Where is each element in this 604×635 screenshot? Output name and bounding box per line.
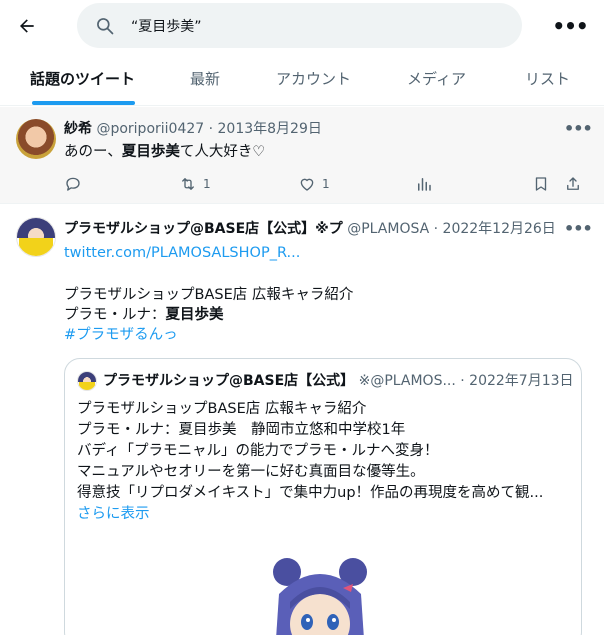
reply-button[interactable]: [64, 174, 82, 194]
tab-label: アカウント: [276, 70, 352, 88]
share-button[interactable]: [564, 174, 582, 194]
search-box[interactable]: [77, 3, 522, 48]
quoted-tweet[interactable]: プラモザルショップ@BASE店【公式】 ※@PLAMOS... · 2022年7…: [64, 358, 582, 635]
avatar-logo: [79, 382, 95, 390]
tab-label: リスト: [525, 70, 571, 88]
tab-accounts[interactable]: アカウント: [276, 56, 351, 105]
more-options-button[interactable]: •••: [552, 13, 588, 39]
tweet[interactable]: プラモザルショップ@BASE店【公式】※プ @PLAMOSA · 2022年12…: [0, 205, 604, 635]
bookmark-icon: [535, 177, 547, 191]
views-button[interactable]: [415, 174, 433, 194]
user-handle: ※@PLAMOS...: [358, 373, 456, 389]
quoted-text-line: バディ「プラモニャル」の能力でプラモ・ルナへ変身！: [77, 443, 439, 459]
tab-label: 話題のツイート: [30, 70, 136, 88]
display-name[interactable]: プラモザルショップ@BASE店【公式】※プ: [64, 221, 343, 237]
highlighted-term: 夏目歩美: [165, 307, 224, 323]
like-count: 1: [322, 177, 330, 191]
avatar[interactable]: [77, 371, 97, 391]
tweet-text-line: プラモザルショップBASE店 広報キャラ紹介: [64, 287, 354, 303]
tweet-link[interactable]: twitter.com/PLAMOSALSHOP_R...: [64, 243, 300, 263]
tweet[interactable]: 紗希 @poriporii0427 · 2013年8月29日 ••• あのー、夏…: [0, 107, 604, 204]
avatar-character: [17, 218, 55, 238]
character-image[interactable]: [265, 554, 375, 635]
tweet-header: 紗希 @poriporii0427 · 2013年8月29日: [64, 119, 534, 139]
tweet-more-button[interactable]: •••: [564, 219, 593, 238]
quoted-text-line: マニュアルやセオリーを第一に好む真面目な優等生。: [77, 464, 425, 480]
arrow-left-icon: [20, 19, 34, 33]
display-name: プラモザルショップ@BASE店【公式】: [103, 373, 355, 389]
quoted-tweet-header: プラモザルショップ@BASE店【公式】 ※@PLAMOS... · 2022年7…: [103, 371, 573, 391]
tweet-text-line: プラモ・ルナ：夏目歩美: [64, 305, 224, 325]
avatar-character: [78, 372, 96, 382]
tab-label: メディア: [407, 70, 466, 88]
text-part: プラモ・ルナ：: [64, 307, 166, 323]
analytics-icon: [418, 178, 431, 191]
quoted-text-line: プラモ・ルナ：夏目歩美 静岡市立悠和中学校1年: [77, 422, 406, 438]
tab-lists[interactable]: リスト: [525, 56, 570, 105]
search-input[interactable]: [131, 13, 491, 39]
share-icon: [567, 177, 579, 190]
retweet-count: 1: [203, 177, 211, 191]
tab-media[interactable]: メディア: [407, 56, 466, 105]
tweet-date[interactable]: · 2013年8月29日: [209, 121, 322, 137]
tweet-more-button[interactable]: •••: [564, 119, 593, 138]
like-button[interactable]: 1: [298, 174, 330, 194]
quoted-text-line: プラモザルショップBASE店 広報キャラ紹介: [77, 401, 367, 417]
text-part: て人大好き♡: [179, 144, 266, 160]
heart-icon: [300, 178, 314, 191]
retweet-button[interactable]: 1: [179, 174, 211, 194]
show-more-link[interactable]: さらに表示: [77, 504, 150, 524]
highlighted-term: 夏目歩美: [121, 144, 180, 160]
tweet-actions: 1 1: [64, 174, 584, 194]
bookmark-button[interactable]: [532, 174, 550, 194]
search-tabs: 話題のツイート 最新 アカウント メディア リスト: [0, 56, 604, 106]
tab-latest[interactable]: 最新: [190, 56, 220, 105]
user-handle[interactable]: @PLAMOSA: [347, 221, 429, 237]
display-name[interactable]: 紗希: [64, 121, 92, 137]
tweet-text: あのー、夏目歩美て人大好き♡: [64, 142, 265, 162]
tweet-date[interactable]: · 2022年12月26日: [434, 221, 554, 237]
tab-top[interactable]: 話題のツイート: [30, 56, 136, 105]
user-handle[interactable]: @poriporii0427: [96, 121, 204, 137]
back-button[interactable]: [14, 13, 40, 39]
retweet-icon: [182, 178, 194, 190]
tab-label: 最新: [190, 70, 221, 88]
quoted-text-line: 得意技「リプロダメイキスト」で集中力up！作品の再現度を高めて観...: [77, 485, 544, 501]
more-icon: •••: [564, 119, 593, 138]
avatar-logo: [19, 238, 53, 256]
text-part: あのー、: [64, 144, 122, 160]
tweet-date: · 2022年7月13日: [460, 373, 573, 389]
reply-icon: [66, 177, 80, 191]
more-icon: •••: [564, 219, 593, 238]
more-icon: •••: [552, 14, 588, 38]
hashtag-link[interactable]: #プラモザるんっ: [64, 325, 178, 345]
tweet-header: プラモザルショップ@BASE店【公式】※プ @PLAMOSA · 2022年12…: [64, 219, 554, 239]
avatar[interactable]: [16, 217, 56, 257]
avatar[interactable]: [16, 119, 56, 159]
top-bar: •••: [0, 0, 604, 52]
search-icon: [97, 18, 114, 35]
active-tab-indicator: [32, 101, 136, 105]
